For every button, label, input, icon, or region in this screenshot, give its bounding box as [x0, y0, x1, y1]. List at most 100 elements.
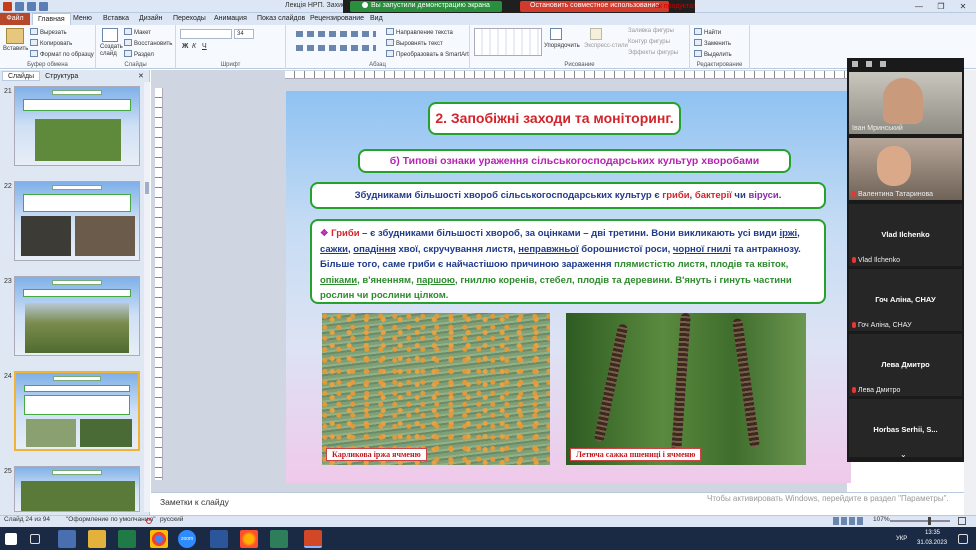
arrange-button[interactable]: Упорядочить: [544, 43, 580, 49]
tab-home[interactable]: Главная: [32, 13, 71, 25]
input-language[interactable]: УКР: [896, 536, 907, 542]
title-box[interactable]: 2. Запобіжні заходи та моніторинг.: [428, 102, 681, 135]
participant-name: Vlad Ilchenko: [858, 257, 901, 264]
language[interactable]: русский: [160, 516, 183, 523]
find-button[interactable]: Найти: [694, 28, 721, 36]
clock-date[interactable]: 31.03.2023: [917, 540, 947, 546]
tab-file[interactable]: Файл: [0, 13, 30, 25]
font-size-select[interactable]: 34: [234, 29, 254, 39]
replace-button[interactable]: Заменить: [694, 39, 731, 47]
scroll-thumb[interactable]: [145, 182, 149, 194]
stop-share-button[interactable]: Остановить совместное использование: [520, 1, 670, 12]
new-slide-icon[interactable]: [102, 28, 118, 42]
shape-effects-button[interactable]: Эффекты фигуры: [628, 50, 678, 56]
slide-thumbnail-selected[interactable]: [14, 371, 140, 451]
undo-icon[interactable]: [27, 2, 36, 11]
participant-video[interactable]: Іван Мринський: [849, 72, 962, 134]
shape-outline-button[interactable]: Контур фигуры: [628, 39, 670, 45]
font-name-select[interactable]: [180, 29, 232, 39]
redo-icon[interactable]: [39, 2, 48, 11]
zoom-level[interactable]: 107%: [873, 516, 890, 523]
word-icon[interactable]: [210, 530, 228, 548]
chevron-down-icon[interactable]: ⌄: [900, 450, 907, 459]
text-direction-button[interactable]: Направление текста: [386, 28, 453, 36]
bold-button[interactable]: Ж: [182, 43, 188, 50]
cut-button[interactable]: Вырезать: [30, 28, 67, 36]
paste-button[interactable]: Вставить: [3, 46, 28, 52]
quick-styles-button[interactable]: Экспресс-стили: [584, 43, 628, 49]
chrome-icon[interactable]: [150, 530, 168, 548]
slide-thumbnail[interactable]: [14, 181, 140, 261]
share-status-button[interactable]: Вы запустили демонстрацию экрана: [350, 1, 502, 12]
green-app-icon[interactable]: [270, 530, 288, 548]
subtitle-box[interactable]: б) Типові ознаки ураження сільськогоспод…: [358, 149, 791, 173]
reset-button[interactable]: Восстановить: [124, 39, 172, 47]
main-text-box[interactable]: ❖ Гриби – є збудниками більшості хвороб,…: [310, 219, 826, 304]
loose-smut-photo[interactable]: Летюча сажка пшениці і ячменю: [566, 312, 806, 465]
excel-icon[interactable]: [118, 530, 136, 548]
close-panel-icon[interactable]: ✕: [138, 72, 144, 80]
participant-tile[interactable]: Vlad Ilchenko Vlad Ilchenko: [849, 204, 962, 266]
layout-button[interactable]: Макет: [124, 28, 151, 36]
slide-canvas[interactable]: 2. Запобіжні заходи та моніторинг. б) Ти…: [286, 91, 851, 483]
tab-insert[interactable]: Вставка: [98, 13, 134, 25]
notifications-icon[interactable]: [958, 534, 968, 544]
tab-slideshow[interactable]: Показ слайдов: [252, 13, 310, 25]
panel-scrollbar[interactable]: [144, 82, 150, 512]
paste-icon[interactable]: [6, 28, 24, 44]
new-slide-button[interactable]: Создать слайд: [100, 44, 124, 58]
leaf-rust-photo[interactable]: Карликова іржа ячменю: [322, 313, 550, 465]
select-button[interactable]: Выделить: [694, 50, 732, 58]
underline-button[interactable]: Ч: [202, 43, 207, 50]
tab-view[interactable]: Вид: [365, 13, 388, 25]
minimize-button[interactable]: —: [908, 0, 930, 13]
slide-thumbnail[interactable]: [14, 276, 140, 356]
tab-slides[interactable]: Слайды: [2, 71, 41, 81]
italic-button[interactable]: К: [192, 43, 196, 50]
file-explorer-icon[interactable]: [88, 530, 106, 548]
shape-fill-button[interactable]: Заливка фигуры: [628, 28, 674, 34]
slide-thumbnail[interactable]: [14, 466, 140, 512]
zoom-slider-thumb[interactable]: [928, 517, 931, 525]
participant-video[interactable]: Валентина Татаринова: [849, 138, 962, 200]
arrange-icon[interactable]: [550, 28, 562, 40]
format-painter-button[interactable]: Формат по образцу: [30, 50, 94, 58]
task-view-icon[interactable]: [30, 534, 40, 544]
styles-icon[interactable]: [590, 28, 602, 40]
editor-scrollbar[interactable]: [964, 70, 976, 515]
align-text-button[interactable]: Выровнять текст: [386, 39, 443, 47]
slide-thumbnail[interactable]: [14, 86, 140, 166]
section-button[interactable]: Раздел: [124, 50, 154, 58]
align-buttons[interactable]: [296, 45, 376, 51]
tab-menu[interactable]: Меню: [68, 13, 97, 25]
list-buttons[interactable]: [296, 31, 376, 37]
layout-icon[interactable]: [880, 61, 886, 67]
firefox-icon[interactable]: [240, 530, 258, 548]
clock-time[interactable]: 13:35: [925, 530, 940, 536]
participant-tile[interactable]: Гоч Аліна, СНАУ Гоч Аліна, СНАУ: [849, 269, 962, 331]
zoom-slider[interactable]: [890, 517, 950, 525]
fit-slide-icon[interactable]: [958, 517, 966, 525]
restore-button[interactable]: ❐: [930, 0, 952, 13]
copy-button[interactable]: Копировать: [30, 39, 72, 47]
participant-tile[interactable]: Лева Дмитро Лева Дмитро: [849, 334, 962, 396]
view-buttons[interactable]: [833, 517, 863, 525]
tab-review[interactable]: Рецензирование: [305, 13, 369, 25]
view-icon[interactable]: [852, 61, 858, 67]
close-button[interactable]: ✕: [952, 0, 974, 13]
shapes-gallery[interactable]: [474, 28, 542, 56]
tab-outline[interactable]: Структура: [40, 72, 83, 82]
intro-box[interactable]: Збудниками більшості хвороб сільськогосп…: [310, 182, 826, 209]
participant-label: Гоч Аліна, СНАУ: [852, 322, 912, 329]
powerpoint-icon[interactable]: [304, 530, 322, 548]
taskbar-app-icon[interactable]: [58, 530, 76, 548]
save-icon[interactable]: [15, 2, 24, 11]
tab-animation[interactable]: Анимация: [209, 13, 252, 25]
tab-transitions[interactable]: Переходы: [168, 13, 211, 25]
grid-icon[interactable]: [866, 61, 872, 67]
spellcheck-icon[interactable]: [146, 518, 152, 524]
smartart-button[interactable]: Преобразовать в SmartArt: [386, 50, 469, 58]
tab-design[interactable]: Дизайн: [134, 13, 168, 25]
windows-start-icon[interactable]: [5, 533, 17, 545]
participant-tile[interactable]: Horbas Serhii, S...: [849, 399, 962, 457]
